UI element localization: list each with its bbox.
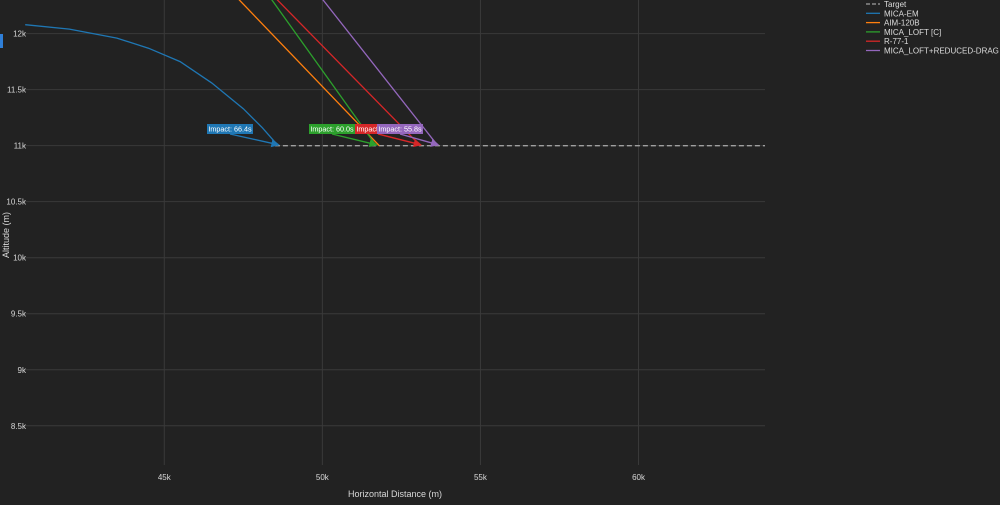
x-tick-label: 55k [474,473,488,482]
legend-label: MICA-EM [884,9,919,18]
legend-label: MICA_LOFT+REDUCED-DRAG [C] [884,47,1000,56]
legend-item[interactable]: MICA_LOFT [C] [866,28,941,37]
annotation-arrow [229,133,280,148]
legend-item[interactable]: MICA-EM [866,9,919,18]
legend-item[interactable]: MICA_LOFT+REDUCED-DRAG [C] [866,47,1000,56]
annotation-label: Impact: 66.4s [208,125,252,134]
y-tick-label: 11k [14,142,27,151]
y-tick-label: 11.5k [7,86,27,95]
y-axis-title: Altitude (m) [1,212,11,258]
y-tick-label: 10.5k [6,198,27,207]
annotation-label: Impact: 60.0s [310,125,354,134]
x-tick-label: 45k [158,473,172,482]
x-tick-label: 60k [632,473,646,482]
trajectory-chart: 45k 50k 55k 60k 8.5k 9k 9.5k 10k 10.5k 11k 11.5k 12… [1,0,1000,499]
legend-label: AIM-120B [884,19,920,28]
legend-label: MICA_LOFT [C] [884,28,941,37]
annotation-label: Impact: 55.8s [378,125,422,134]
legend-label: Target [884,0,907,9]
chart-legend[interactable]: TargetMICA-EMAIM-120BMICA_LOFT [C]R-77-1… [866,0,1000,56]
y-tick-label: 9k [18,366,27,375]
legend-item[interactable]: AIM-120B [866,19,920,28]
x-tick-label: 50k [316,473,330,482]
legend-item[interactable]: R-77-1 [866,37,909,46]
y-tick-label: 9.5k [11,310,27,319]
x-axis-title: Horizontal Distance (m) [348,489,442,499]
y-tick-label: 12k [13,30,27,39]
chart-grid [22,0,765,465]
y-tick-label: 10k [13,254,27,263]
y-tick-label: 8.5k [11,422,27,431]
legend-item[interactable]: Target [866,0,907,9]
chart-axes: 45k 50k 55k 60k 8.5k 9k 9.5k 10k 10.5k 11k 11.5k 12… [6,30,646,482]
legend-label: R-77-1 [884,37,909,46]
